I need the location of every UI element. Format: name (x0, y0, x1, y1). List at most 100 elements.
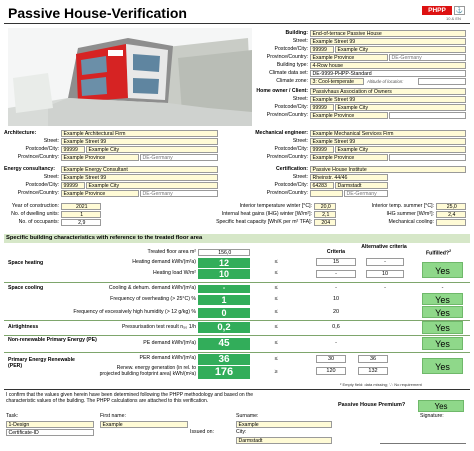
pe-value: 45 (198, 338, 250, 350)
tint-winter-label: Interior temperature winter [°C]: (239, 203, 312, 209)
cert-country-field[interactable]: DE-Germany (344, 190, 388, 197)
energy-name-field[interactable]: Example Energy Consultant (61, 166, 218, 173)
heat-capacity-field[interactable]: 204 (314, 219, 336, 226)
building-type-label: Building type: (276, 62, 308, 68)
task-field[interactable]: 1-Design (6, 421, 94, 428)
n50-value: 0,2 (198, 322, 250, 333)
owner-name-field[interactable]: Passivhaus Association of Owners (310, 88, 466, 95)
airtightness-fulfilled: Yes (422, 321, 463, 334)
section-divider (4, 389, 470, 390)
cert-street-field[interactable]: Rheinstr. 44/46 (310, 174, 388, 181)
energy-city-field[interactable]: Example City (86, 182, 218, 189)
cert-province-field[interactable] (310, 190, 343, 197)
units-field[interactable]: 1 (61, 211, 101, 218)
mech-cooling-field[interactable] (436, 219, 466, 226)
altitude-field[interactable] (418, 78, 466, 85)
city-field[interactable]: Darmstadt (236, 437, 332, 444)
mech-province-field[interactable]: Example Province (310, 154, 388, 161)
confirmation-text: I confirm that the values given herein h… (6, 392, 254, 404)
arch-name-field[interactable]: Example Architectural Firm (61, 130, 218, 137)
altitude-label: Altitude of location: (367, 79, 404, 84)
arch-city-field[interactable]: Example City (86, 146, 218, 153)
mech-country-field[interactable] (389, 154, 466, 161)
first-name-label: First name: (100, 413, 126, 419)
mech-postcode-field[interactable]: 99999 (310, 146, 334, 153)
building-city-field[interactable]: Example City (335, 46, 466, 53)
humidity-criteria: 20 (332, 309, 340, 315)
building-image (8, 28, 252, 126)
alt-criteria-header: Alternative criteria (361, 244, 407, 250)
tfa-label: Treated floor area m² (147, 249, 196, 255)
mech-province-label: Province/Country: (266, 154, 308, 160)
building-postcode-label: Postcode/City: (274, 46, 308, 52)
arch-province-field[interactable]: Example Province (61, 154, 139, 161)
building-street-label: Street: (292, 38, 308, 44)
arch-street-field[interactable]: Example Street 99 (61, 138, 218, 145)
arch-postcode-field[interactable]: 99999 (61, 146, 85, 153)
pe-label: PE demand kWh/(m²a) (143, 340, 196, 346)
city-label: City: (236, 429, 247, 435)
cert-name-field[interactable]: Passive House Institute (310, 166, 466, 173)
building-type-field[interactable]: 4-Row house (310, 62, 466, 69)
owner-street-label: Street: (292, 96, 308, 102)
criteria-header: Criteria (326, 249, 346, 255)
tint-winter-field[interactable]: 20,0 (314, 203, 336, 210)
heating-load-value: 10 (198, 269, 250, 279)
humidity-cmp: ≤ (274, 309, 278, 315)
premium-label: Passive House Premium? (338, 402, 406, 408)
divider (4, 282, 470, 283)
owner-street-field[interactable]: Example Street 99 (310, 96, 466, 103)
renew-label: Renew. energy generation (in rel. to pro… (99, 365, 196, 377)
building-label: Building: (285, 30, 308, 36)
pe-cmp: ≤ (274, 340, 278, 346)
owner-postcode-field[interactable]: 99999 (310, 104, 334, 111)
ihg-winter-field[interactable]: 2,1 (314, 211, 336, 218)
mech-street-field[interactable]: Example Street 99 (310, 138, 466, 145)
energy-province-field[interactable]: Example Province (61, 190, 139, 197)
cooling-demand-cmp: ≤ (274, 285, 278, 291)
building-postcode-field[interactable]: 99999 (310, 46, 334, 53)
tint-summer-field[interactable]: 25,0 (436, 203, 466, 210)
energy-street-field[interactable]: Example Street 99 (61, 174, 218, 181)
surname-field[interactable]: Example (236, 421, 332, 428)
overheating-criteria: 10 (332, 296, 340, 302)
space-heating-group: Space heating (8, 260, 44, 266)
building-country-field[interactable]: DE-Germany (389, 54, 466, 61)
n50-criteria: 0,6 (332, 324, 340, 330)
building-province-field[interactable]: Example Province (310, 54, 388, 61)
occupants-label: No. of occupants: (18, 219, 59, 225)
mech-city-field[interactable]: Example City (335, 146, 466, 153)
climate-zone-field[interactable]: 3: Cool-temperate (310, 78, 364, 85)
arch-country-field[interactable]: DE-Germany (140, 154, 218, 161)
owner-city-field[interactable]: Example City (335, 104, 466, 111)
climate-zone-label: Climate zone: (276, 78, 308, 84)
building-street-field[interactable]: Example Street 99 (310, 38, 466, 45)
arch-province-label: Province/Country: (17, 154, 59, 160)
first-name-field[interactable]: Example (100, 421, 188, 428)
owner-country-field[interactable] (389, 112, 466, 119)
airtightness-group: Airtightness (8, 324, 39, 330)
humidity-label: Frequency of excessively high humidity (… (73, 309, 196, 315)
year-field[interactable]: 2021 (61, 203, 101, 210)
title-divider (4, 23, 470, 24)
mech-name-field[interactable]: Example Mechanical Services Firm (310, 130, 466, 137)
cooling-demand-fulfilled: - (441, 285, 444, 291)
heating-load-label: Heating load W/m² (153, 270, 196, 276)
arch-street-label: Street: (43, 138, 59, 144)
building-name-field[interactable]: End-of-terrace Passive House (310, 30, 466, 37)
heating-load-criteria: - (316, 270, 356, 278)
cert-city-field[interactable]: Darmstadt (335, 182, 388, 189)
space-heating-fulfilled: Yes (422, 262, 463, 278)
arch-postcode-label: Postcode/City: (25, 146, 59, 152)
cert-province-label: Province/Country: (266, 190, 308, 196)
energy-postcode-field[interactable]: 99999 (61, 182, 85, 189)
ihg-summer-field[interactable]: 2,4 (436, 211, 466, 218)
signature-box[interactable] (380, 421, 466, 444)
per-criteria: 30 (316, 355, 346, 363)
energy-country-field[interactable]: DE-Germany (140, 190, 218, 197)
certificate-id-field[interactable]: Certificate-ID (6, 429, 94, 436)
cert-postcode-field[interactable]: 64283 (310, 182, 334, 189)
humidity-value: 0 (198, 308, 250, 318)
climate-set-field[interactable]: DE-9999-PHPP-Standard (310, 70, 466, 77)
owner-province-field[interactable]: Example Province (310, 112, 388, 119)
